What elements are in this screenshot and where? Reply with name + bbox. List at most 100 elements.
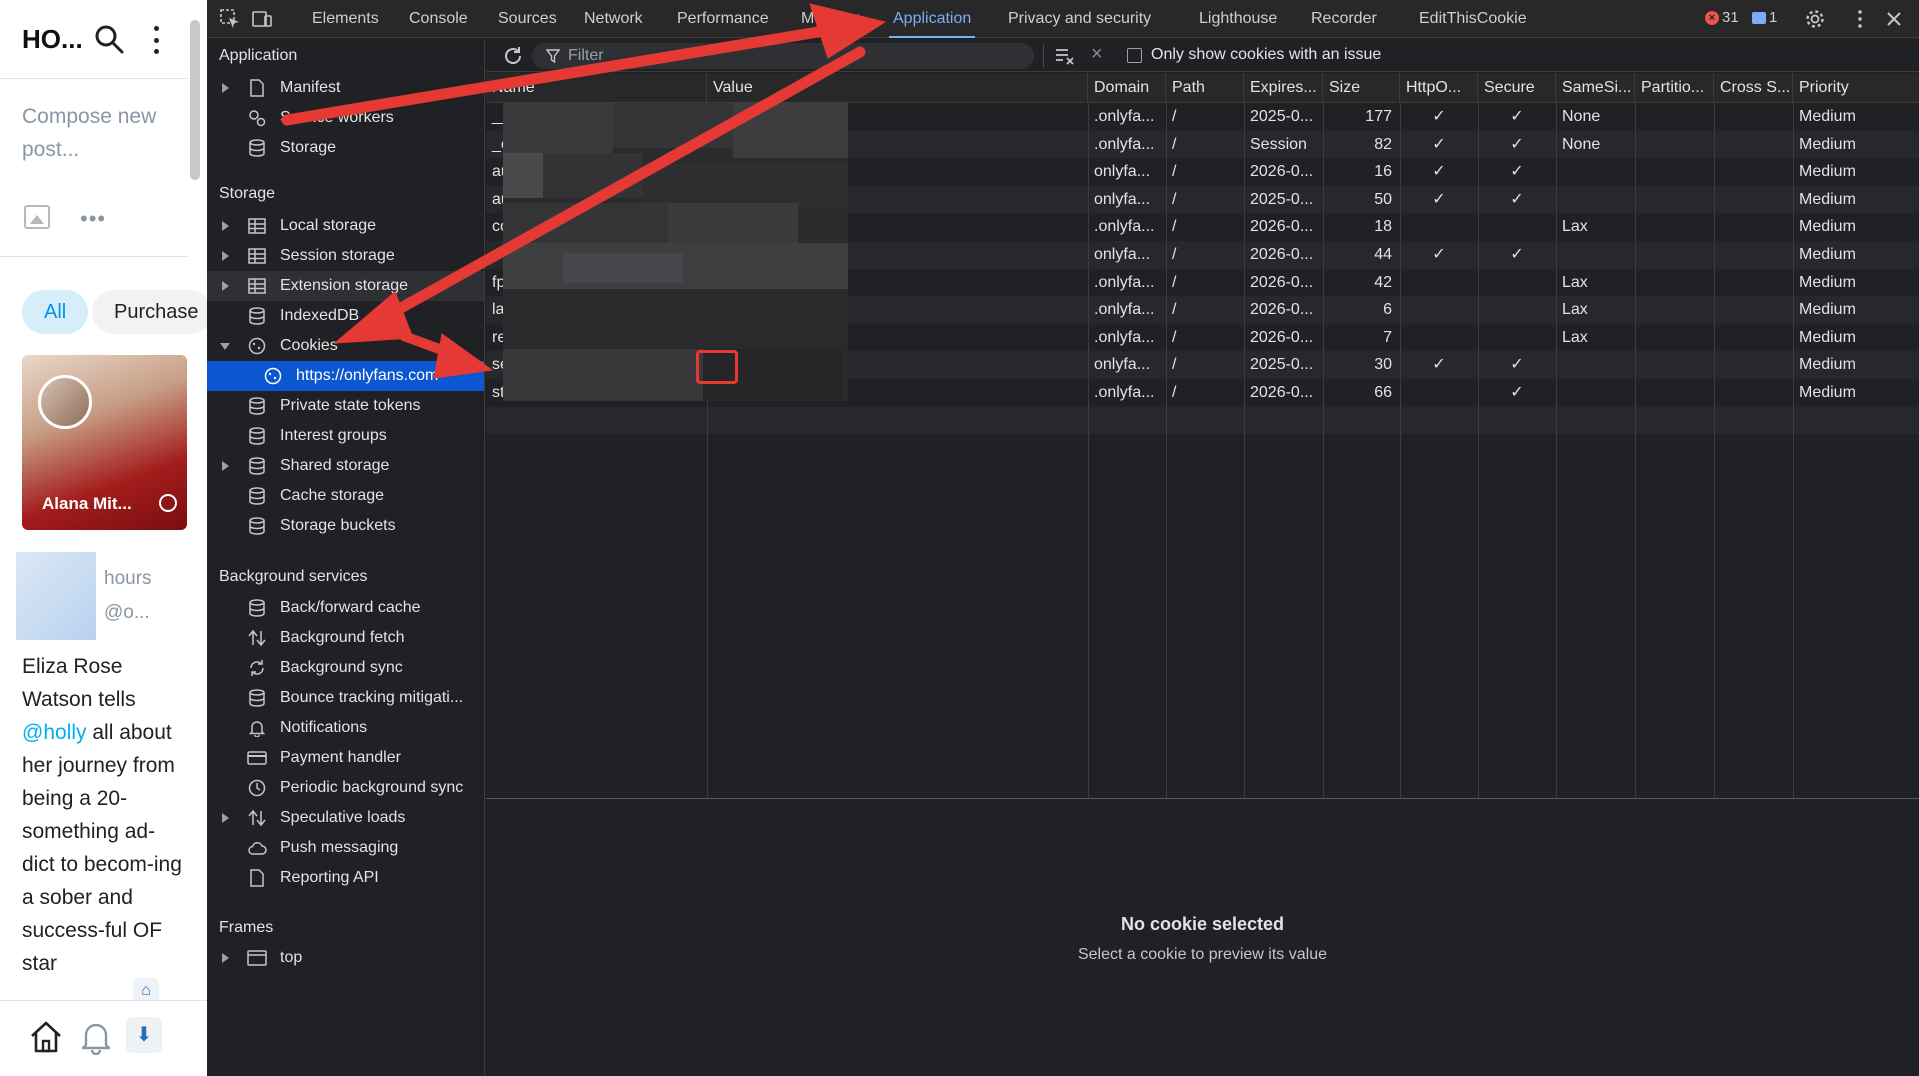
- column-header-samesite[interactable]: SameSi...: [1556, 73, 1635, 103]
- device-toolbar-icon[interactable]: [251, 8, 273, 30]
- column-header-httponly[interactable]: HttpO...: [1400, 73, 1478, 103]
- mention-link[interactable]: @holly: [22, 721, 87, 744]
- chip-all[interactable]: All: [22, 290, 89, 334]
- filter-input[interactable]: [568, 46, 1008, 66]
- tab-privacy-security[interactable]: Privacy and security: [1008, 0, 1151, 38]
- delete-selected-icon[interactable]: ×: [1091, 44, 1111, 64]
- column-header-cross-site[interactable]: Cross S...: [1714, 73, 1793, 103]
- verified-icon: [159, 494, 177, 512]
- cell-secure: [1478, 213, 1556, 241]
- tab-console[interactable]: Console: [409, 0, 468, 38]
- sidebar-item-storage-buckets[interactable]: Storage buckets: [207, 511, 484, 541]
- close-icon[interactable]: [1883, 8, 1905, 30]
- home-icon[interactable]: [28, 1019, 64, 1055]
- sidebar-item-cookies[interactable]: Cookies: [207, 331, 484, 361]
- expand-arrow-icon[interactable]: [222, 281, 229, 291]
- image-icon[interactable]: [24, 205, 50, 229]
- sidebar-item-service-workers[interactable]: Service workers: [207, 103, 484, 133]
- sidebar-item-speculative-loads[interactable]: Speculative loads: [207, 803, 484, 833]
- sidebar-item-periodic-sync[interactable]: Periodic background sync: [207, 773, 484, 803]
- sidebar-item-reporting-api[interactable]: Reporting API: [207, 863, 484, 893]
- refresh-icon[interactable]: [502, 45, 524, 67]
- expand-arrow-icon[interactable]: [222, 953, 229, 963]
- tab-recorder[interactable]: Recorder: [1311, 0, 1377, 38]
- tab-memory[interactable]: Memory: [801, 0, 859, 38]
- search-icon[interactable]: [94, 24, 124, 54]
- tab-lighthouse[interactable]: Lighthouse: [1199, 0, 1277, 38]
- column-header-expires[interactable]: Expires...: [1244, 73, 1323, 103]
- expand-arrow-icon[interactable]: [222, 251, 229, 261]
- filter-box[interactable]: [532, 43, 1034, 69]
- expand-arrow-icon[interactable]: [222, 461, 229, 471]
- more-vertical-icon[interactable]: [1849, 8, 1871, 30]
- inspect-element-icon[interactable]: [219, 8, 241, 30]
- error-badge[interactable]: × 31: [1705, 9, 1739, 26]
- cell-domain: .onlyfa...: [1094, 135, 1155, 153]
- more-options-button[interactable]: •••: [80, 206, 106, 232]
- tab-sources[interactable]: Sources: [498, 0, 557, 38]
- cell-expires: 2025-0...: [1250, 190, 1314, 208]
- sidebar-item-extension-storage[interactable]: Extension storage: [207, 271, 484, 301]
- tab-network[interactable]: Network: [584, 0, 643, 38]
- sidebar-item-cookie-origin[interactable]: https://onlyfans.com: [207, 361, 484, 391]
- toolbar-divider: [1043, 45, 1044, 67]
- clear-all-cookies-icon[interactable]: [1054, 45, 1076, 67]
- cell-secure: ✓: [1510, 356, 1524, 374]
- sidebar-item-session-storage[interactable]: Session storage: [207, 241, 484, 271]
- download-icon[interactable]: ⬇: [126, 1017, 162, 1053]
- scrollbar[interactable]: [190, 20, 200, 180]
- sidebar-item-private-state-tokens[interactable]: Private state tokens: [207, 391, 484, 421]
- database-icon: [249, 689, 265, 707]
- creator-card[interactable]: Alana Mit...: [22, 355, 187, 530]
- message-badge[interactable]: 1: [1752, 9, 1777, 26]
- tab-editthiscookie[interactable]: EditThisCookie: [1419, 0, 1527, 38]
- cell-path: /: [1172, 328, 1177, 346]
- collapse-arrow-icon[interactable]: [220, 343, 230, 350]
- column-header-size[interactable]: Size: [1323, 73, 1400, 103]
- column-header-value[interactable]: Value: [707, 73, 1088, 103]
- tab-performance[interactable]: Performance: [677, 0, 769, 38]
- grid-icon: [248, 218, 266, 234]
- tab-application[interactable]: Application: [888, 0, 976, 38]
- expand-arrow-icon[interactable]: [222, 83, 229, 93]
- sidebar-item-indexeddb[interactable]: IndexedDB: [207, 301, 484, 331]
- sidebar-item-cache-storage[interactable]: Cache storage: [207, 481, 484, 511]
- column-header-secure[interactable]: Secure: [1478, 73, 1556, 103]
- sidebar-item-notifications[interactable]: Notifications: [207, 713, 484, 743]
- bell-icon[interactable]: [78, 1019, 114, 1055]
- sidebar-item-background-sync[interactable]: Background sync: [207, 653, 484, 683]
- cell-httponly: [1400, 324, 1478, 352]
- column-header-domain[interactable]: Domain: [1088, 73, 1166, 103]
- sidebar-item-storage-overview[interactable]: Storage: [207, 133, 484, 163]
- sidebar-item-frame-top[interactable]: top: [207, 943, 484, 973]
- issue-filter-checkbox[interactable]: [1127, 48, 1142, 63]
- sidebar-item-interest-groups[interactable]: Interest groups: [207, 421, 484, 451]
- sidebar-item-bfcache[interactable]: Back/forward cache: [207, 593, 484, 623]
- sidebar-item-payment-handler[interactable]: Payment handler: [207, 743, 484, 773]
- gear-icon[interactable]: [1804, 8, 1826, 30]
- sidebar-item-local-storage[interactable]: Local storage: [207, 211, 484, 241]
- sidebar-item-bounce-tracking[interactable]: Bounce tracking mitigati...: [207, 683, 484, 713]
- cell-size: 7: [1383, 328, 1392, 346]
- column-header-name[interactable]: Name: [486, 73, 707, 103]
- expand-arrow-icon[interactable]: [222, 221, 229, 231]
- chip-purchased[interactable]: Purchase: [92, 290, 207, 334]
- compose-input[interactable]: Compose new post...: [22, 100, 172, 166]
- tab-elements[interactable]: Elements: [312, 0, 379, 38]
- sidebar-item-background-fetch[interactable]: Background fetch: [207, 623, 484, 653]
- more-vertical-icon[interactable]: [148, 26, 164, 54]
- cell-samesite: [1556, 158, 1635, 186]
- database-icon: [249, 307, 265, 325]
- column-header-priority[interactable]: Priority: [1793, 73, 1919, 103]
- sidebar-item-push-messaging[interactable]: Push messaging: [207, 833, 484, 863]
- column-header-path[interactable]: Path: [1166, 73, 1244, 103]
- post-thumbnail[interactable]: [16, 552, 96, 640]
- sidebar-label: Reporting API: [280, 869, 379, 886]
- up-down-arrows-icon: [248, 629, 266, 647]
- cell-httponly: ✓: [1432, 356, 1446, 374]
- sidebar-item-manifest[interactable]: Manifest: [207, 73, 484, 103]
- expand-arrow-icon[interactable]: [222, 813, 229, 823]
- sidebar-item-shared-storage[interactable]: Shared storage: [207, 451, 484, 481]
- column-header-partition[interactable]: Partitio...: [1635, 73, 1714, 103]
- redacted-values: [503, 103, 848, 401]
